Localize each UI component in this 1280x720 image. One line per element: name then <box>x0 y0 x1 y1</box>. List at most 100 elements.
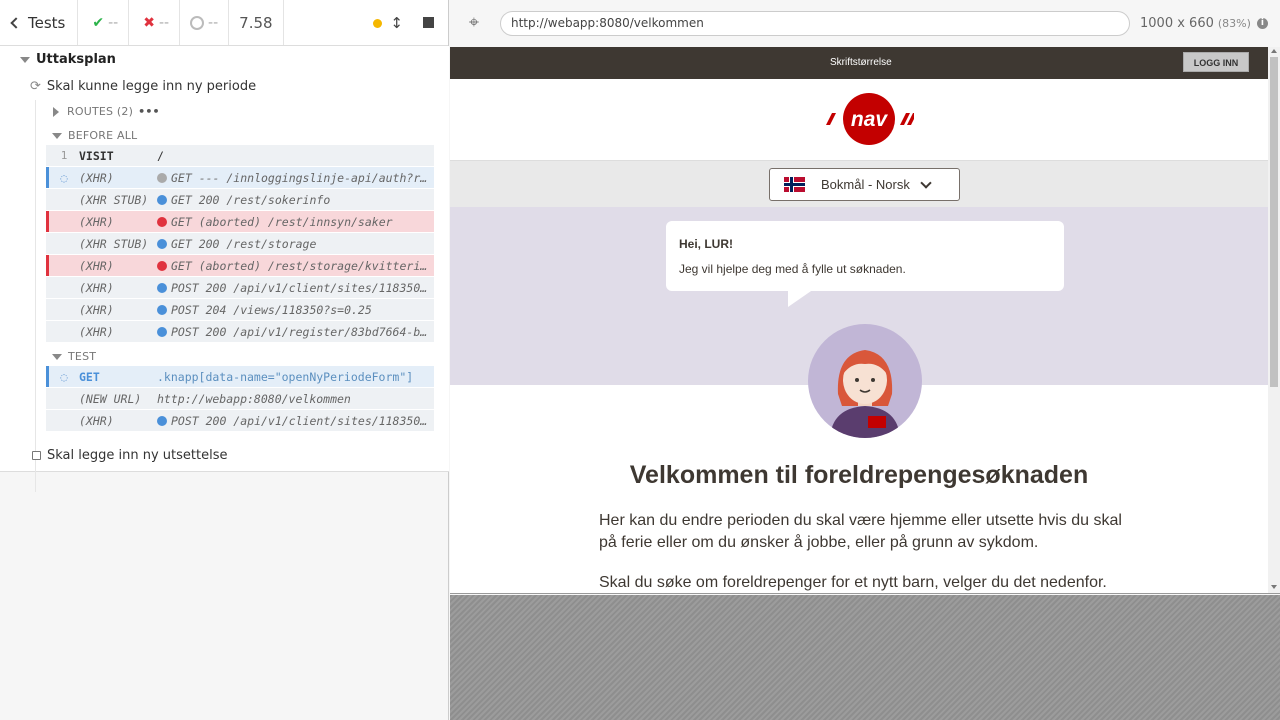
command-row[interactable]: (NEW URL) http://webapp:8080/velkommen <box>46 388 434 409</box>
scrollbar[interactable] <box>1268 47 1280 593</box>
routes-label: ROUTES (2) <box>67 105 134 118</box>
check-icon: ✔ <box>92 14 105 31</box>
login-button[interactable]: LOGG INN <box>1183 52 1249 72</box>
command-message: .knapp[data-name="openNyPeriodeForm"] <box>157 370 434 384</box>
command-row[interactable]: (XHR STUB) GET 200 /rest/sokerinfo <box>46 189 434 210</box>
passed-count: -- <box>108 14 119 31</box>
selector-playground-icon[interactable]: ⌖ <box>464 13 484 33</box>
command-name: (XHR) <box>79 214 114 229</box>
aut-header: ⌖ http://webapp:8080/velkommen 1000 x 66… <box>450 0 1280 46</box>
command-name: GET <box>79 369 100 384</box>
command-message-text: .knapp[data-name="openNyPeriodeForm"] <box>157 369 414 384</box>
logo-text: nav <box>851 108 889 131</box>
scroll-thumb[interactable] <box>1270 57 1278 387</box>
command-name: (XHR) <box>79 170 114 185</box>
x-icon: ✖ <box>143 14 155 31</box>
command-row[interactable]: (XHR) POST 200 /api/v1/register/83bd7664-… <box>46 321 434 342</box>
status-dot-icon <box>157 282 167 293</box>
command-message-text: POST 200 /api/v1/client/sites/118350… <box>171 280 428 295</box>
suite-label: Uttaksplan <box>36 52 116 67</box>
running-indicator-icon <box>372 18 382 28</box>
hook-divider <box>35 100 36 492</box>
duration: 7.58 <box>229 0 284 45</box>
command-name: (NEW URL) <box>79 391 142 406</box>
failed-count: -- <box>158 14 170 31</box>
stop-icon[interactable] <box>423 17 434 28</box>
command-name: VISIT <box>79 148 114 163</box>
logo-area: nav <box>450 79 1268 161</box>
command-row[interactable]: 1 VISIT / <box>46 145 434 166</box>
veileder-avatar <box>808 324 922 438</box>
command-row[interactable]: (XHR) GET (aborted) /rest/innsyn/saker <box>46 211 434 232</box>
tests-button[interactable]: Tests <box>0 0 79 45</box>
command-row[interactable]: ◌ (XHR) GET --- /innloggingslinje-api/auth… <box>46 167 434 188</box>
command-name: (XHR) <box>79 258 114 273</box>
font-size-link[interactable]: Skriftstørrelse <box>830 57 892 68</box>
header-controls: ↕ <box>355 0 448 45</box>
language-area: Bokmål - Norsk <box>450 161 1268 207</box>
viewport-size: 1000 x 660 <box>1140 15 1214 31</box>
command-message: GET (aborted) /rest/innsyn/saker <box>157 215 434 229</box>
command-row[interactable]: (XHR STUB) GET 200 /rest/storage <box>46 233 434 254</box>
command-message-text: GET (aborted) /rest/innsyn/saker <box>171 214 393 229</box>
command-message-text: POST 200 /api/v1/register/83bd7664-b… <box>171 324 428 339</box>
command-row[interactable]: (XHR) GET (aborted) /rest/storage/kvitter… <box>46 255 434 276</box>
command-message-text: http://webapp:8080/velkommen <box>157 391 351 406</box>
app-iframe: Skriftstørrelse LOGG INN nav Bokmål - No… <box>450 47 1280 594</box>
command-row[interactable]: ◌ GET .knapp[data-name="openNyPeriodeForm"… <box>46 366 434 387</box>
spinner-icon: ◌ <box>60 369 68 384</box>
more-icon: ••• <box>138 105 160 118</box>
status-dot-icon <box>157 194 167 205</box>
test-reporter: Tests ✔ -- ✖ -- -- 7.58 ↕ Uttaksplan ⟳ S… <box>0 0 449 720</box>
command-message-text: POST 204 /views/118350?s=0.25 <box>171 302 372 317</box>
command-name: (XHR STUB) <box>79 192 149 207</box>
caret-down-icon <box>52 132 62 139</box>
tests-label: Tests <box>28 13 66 32</box>
test-title-running[interactable]: ⟳ Skal kunne legge inn ny periode <box>30 79 256 94</box>
caret-down-icon <box>20 56 30 63</box>
status-dot-icon <box>157 216 167 227</box>
command-name: (XHR) <box>79 413 114 428</box>
test-title-pending[interactable]: Skal legge inn ny utsettelse <box>32 448 227 463</box>
spinner-icon: ◌ <box>60 170 68 185</box>
before-all-section[interactable]: BEFORE ALL <box>52 129 137 142</box>
command-name: (XHR) <box>79 302 114 317</box>
auto-scroll-toggle[interactable]: ↕ <box>369 14 403 32</box>
command-message: http://webapp:8080/velkommen <box>157 392 434 406</box>
passed-stat[interactable]: ✔ -- <box>78 0 130 45</box>
command-message-text: GET 200 /rest/storage <box>171 236 317 251</box>
nav-topbar: Skriftstørrelse LOGG INN <box>450 47 1268 79</box>
status-dot-icon <box>157 172 167 183</box>
command-message-text: GET 200 /rest/sokerinfo <box>171 192 331 207</box>
scroll-down-icon[interactable] <box>1271 585 1277 589</box>
caret-down-icon <box>52 353 62 360</box>
language-select[interactable]: Bokmål - Norsk <box>769 168 960 201</box>
command-row[interactable]: (XHR) POST 204 /views/118350?s=0.25 <box>46 299 434 320</box>
command-message: GET --- /innloggingslinje-api/auth?r… <box>157 171 434 185</box>
failed-stat[interactable]: ✖ -- <box>129 0 181 45</box>
nav-logo[interactable]: nav <box>824 91 914 147</box>
command-message: POST 200 /api/v1/client/sites/118350… <box>157 414 434 428</box>
command-message: POST 200 /api/v1/register/83bd7664-b… <box>157 325 434 339</box>
command-message: GET 200 /rest/storage <box>157 237 434 251</box>
command-row[interactable]: (XHR) POST 200 /api/v1/client/sites/11835… <box>46 277 434 298</box>
woman-illustration-icon <box>830 350 900 438</box>
norway-flag-icon <box>784 177 805 192</box>
routes-section[interactable]: ROUTES (2) ••• <box>53 105 160 118</box>
scroll-up-icon[interactable] <box>1271 49 1277 53</box>
info-icon[interactable]: i <box>1256 17 1268 29</box>
command-message-text: GET (aborted) /rest/storage/kvitteri… <box>171 258 428 273</box>
command-row[interactable]: (XHR) POST 200 /api/v1/client/sites/11835… <box>46 410 434 431</box>
command-message-text: GET --- /innloggingslinje-api/auth?r… <box>171 170 428 185</box>
suite-title[interactable]: Uttaksplan <box>20 52 116 67</box>
before-all-label: BEFORE ALL <box>68 129 138 142</box>
test-label: Skal kunne legge inn ny periode <box>46 79 257 94</box>
test-section[interactable]: TEST <box>52 350 96 363</box>
command-message: / <box>157 149 434 163</box>
pending-stat[interactable]: -- <box>180 0 230 45</box>
command-message: POST 204 /views/118350?s=0.25 <box>157 303 434 317</box>
command-name: (XHR STUB) <box>79 236 149 251</box>
chevron-left-icon <box>10 16 22 29</box>
url-bar[interactable]: http://webapp:8080/velkommen <box>500 10 1130 36</box>
command-message-text: / <box>157 148 164 163</box>
